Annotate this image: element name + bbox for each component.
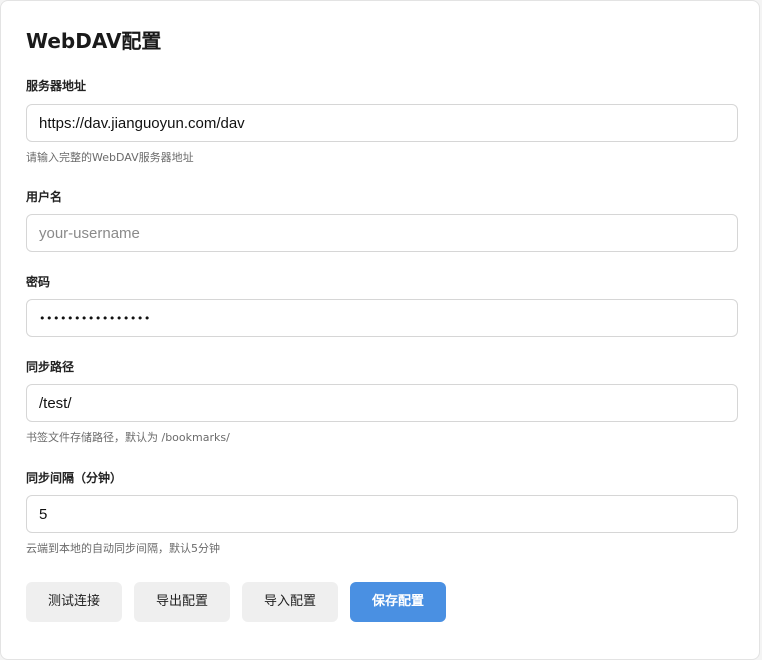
server-address-input[interactable]: [26, 104, 738, 142]
webdav-config-card: WebDAV配置 服务器地址 请输入完整的WebDAV服务器地址 用户名 密码 …: [0, 0, 760, 660]
sync-path-label: 同步路径: [26, 360, 75, 374]
password-input[interactable]: [26, 299, 738, 337]
sync-path-input[interactable]: [26, 384, 738, 422]
export-config-button[interactable]: 导出配置: [134, 582, 230, 622]
sync-path-hint: 书签文件存储路径，默认为 /bookmarks/: [26, 431, 230, 444]
test-connection-button[interactable]: 测试连接: [26, 582, 122, 622]
sync-interval-hint: 云端到本地的自动同步间隔，默认5分钟: [26, 542, 220, 555]
page-title: WebDAV配置: [26, 29, 162, 53]
password-label: 密码: [26, 275, 51, 289]
username-input[interactable]: [26, 214, 738, 252]
import-config-button[interactable]: 导入配置: [242, 582, 338, 622]
server-address-hint: 请输入完整的WebDAV服务器地址: [26, 151, 194, 164]
server-address-label: 服务器地址: [26, 79, 87, 93]
username-label: 用户名: [26, 190, 63, 204]
sync-interval-input[interactable]: [26, 495, 738, 533]
save-config-button[interactable]: 保存配置: [350, 582, 446, 622]
sync-interval-label: 同步间隔（分钟）: [26, 471, 123, 485]
